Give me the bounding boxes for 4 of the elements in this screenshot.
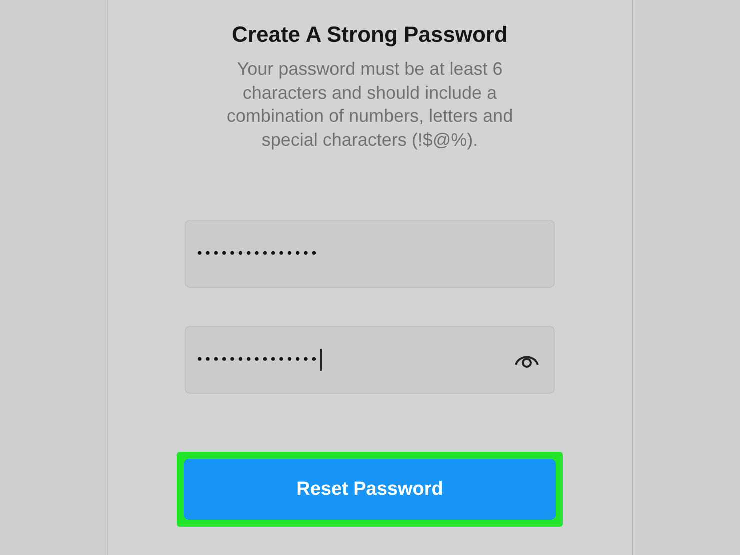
password-hint: Your password must be at least 6 characters and should include a combination of numbers, letters and special characters (!$@%). bbox=[226, 58, 514, 152]
password-field[interactable]: ••••••••••••••• bbox=[185, 326, 555, 394]
page-title: Create A Strong Password bbox=[232, 22, 508, 48]
password-field[interactable]: ••••••••••••••• bbox=[185, 220, 555, 288]
